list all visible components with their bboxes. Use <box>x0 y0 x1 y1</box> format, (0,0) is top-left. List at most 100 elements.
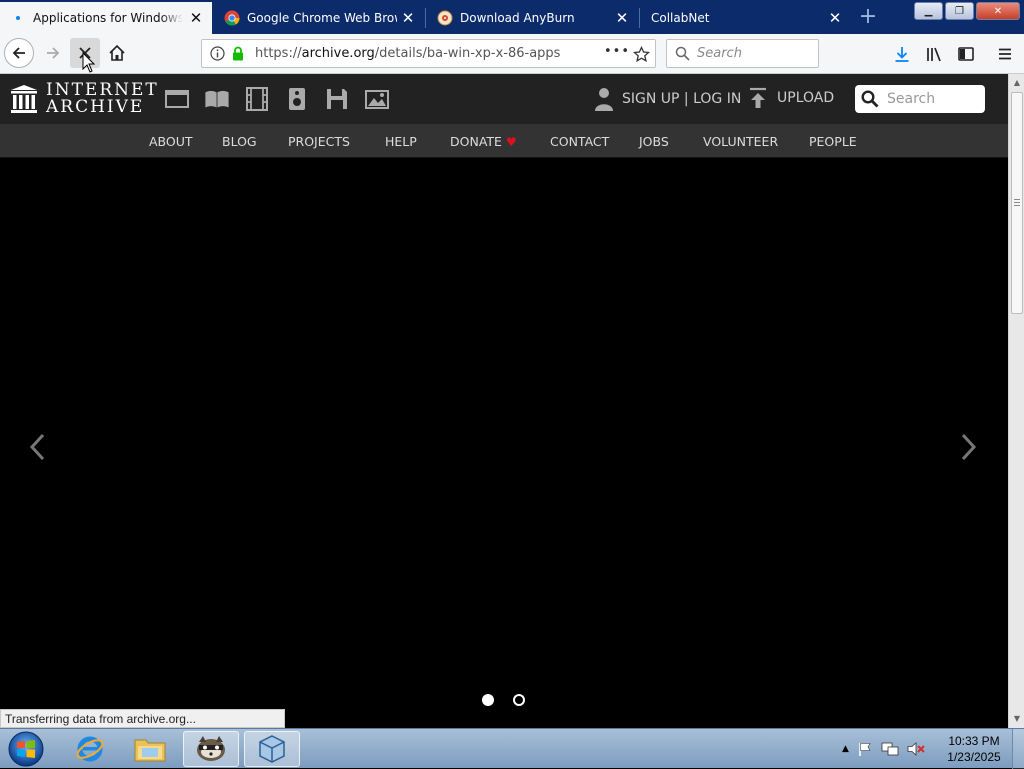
tab-separator <box>639 8 640 28</box>
menu-button[interactable] <box>995 44 1015 64</box>
images-icon[interactable] <box>364 86 390 112</box>
close-tab-icon[interactable]: ✕ <box>614 10 630 26</box>
network-icon[interactable] <box>881 741 899 757</box>
minimize-window-button[interactable]: ▁ <box>914 2 943 20</box>
nav-jobs[interactable]: JOBS <box>639 134 669 149</box>
logo-line-archive: ARCHIVE <box>46 97 145 117</box>
show-desktop-button[interactable] <box>1012 729 1024 769</box>
windows-taskbar: ▲ 10:33 PM 1/23/2025 <box>0 728 1024 769</box>
home-button[interactable] <box>102 38 132 68</box>
tab-download-anyburn[interactable]: Download AnyBurn ✕ <box>427 2 638 34</box>
raccoon-app-icon <box>197 736 225 761</box>
anyburn-icon <box>437 10 453 26</box>
url-bar[interactable]: https://archive.org/details/ba-win-xp-x-… <box>201 39 656 68</box>
clock-time: 10:33 PM <box>948 734 1000 748</box>
firefox-loading-icon <box>10 10 26 26</box>
taskbar-internet-explorer[interactable] <box>62 731 118 767</box>
windows-start-icon[interactable] <box>6 731 46 767</box>
heart-icon: ♥ <box>505 135 517 149</box>
forward-button[interactable] <box>38 38 68 68</box>
clock-date: 1/23/2025 <box>947 750 1001 764</box>
nav-donate[interactable]: DONATE ♥ <box>450 134 517 149</box>
browser-tab-strip: Applications for Windows XP ✕ Google Chr… <box>0 0 1024 34</box>
library-icon <box>927 47 941 62</box>
ia-top-nav: INTERNET ARCHIVE SIGN UP | LOG IN UPLOAD… <box>0 74 1008 124</box>
user-account-area[interactable]: SIGN UP | LOG IN <box>594 87 741 111</box>
carousel-next-arrow-icon[interactable] <box>956 429 980 465</box>
nav-help[interactable]: HELP <box>385 134 417 149</box>
web-page-content: INTERNET ARCHIVE SIGN UP | LOG IN UPLOAD… <box>0 74 1008 728</box>
tab-google-chrome[interactable]: Google Chrome Web Browser ✕ <box>214 2 424 34</box>
software-icon[interactable] <box>324 86 350 112</box>
tab-title: Applications for Windows XP <box>33 11 183 25</box>
audio-icon[interactable] <box>284 86 310 112</box>
sign-up-log-in-link[interactable]: SIGN UP | LOG IN <box>622 91 741 107</box>
action-center-flag-icon[interactable] <box>857 741 873 757</box>
nav-about[interactable]: ABOUT <box>149 134 193 149</box>
taskbar-virtualbox[interactable] <box>244 731 300 767</box>
new-tab-button[interactable]: + <box>852 2 884 34</box>
tab-applications-windows-xp[interactable]: Applications for Windows XP ✕ <box>0 2 212 34</box>
show-hidden-icons-icon[interactable]: ▲ <box>842 744 849 754</box>
logo-wordmark: INTERNET ARCHIVE <box>46 82 159 116</box>
nav-people[interactable]: PEOPLE <box>809 134 857 149</box>
carousel-dot-2[interactable] <box>513 694 525 706</box>
browser-search-box[interactable]: Search <box>666 39 819 68</box>
close-tab-icon[interactable]: ✕ <box>188 10 204 26</box>
window-controls: ▁ ❐ ✕ <box>914 2 1020 20</box>
nav-projects[interactable]: PROJECTS <box>288 134 350 149</box>
internet-explorer-icon <box>76 736 104 762</box>
nav-blog[interactable]: BLOG <box>222 134 257 149</box>
file-explorer-icon <box>134 739 166 762</box>
site-search-input[interactable]: Search <box>855 85 985 113</box>
site-search-placeholder: Search <box>887 91 936 107</box>
url-scheme: https:// <box>255 46 302 61</box>
ia-secondary-nav: ABOUT BLOG PROJECTS HELP DONATE ♥ CONTACT… <box>0 124 1008 158</box>
upload-button[interactable]: UPLOAD <box>748 87 834 109</box>
restore-window-button[interactable]: ❐ <box>945 2 974 20</box>
sidebar-toggle-button[interactable] <box>956 44 976 64</box>
scroll-up-arrow-icon[interactable]: ▲ <box>1012 78 1022 88</box>
downloads-button[interactable] <box>892 44 912 64</box>
vertical-scrollbar[interactable]: ▲ ▼ <box>1008 74 1024 728</box>
web-icon[interactable] <box>164 86 190 112</box>
page-actions-icon[interactable]: ••• <box>604 44 630 59</box>
close-tab-icon[interactable]: ✕ <box>827 10 843 26</box>
tab-separator <box>425 8 426 28</box>
nav-contact[interactable]: CONTACT <box>550 134 609 149</box>
internet-archive-logo[interactable]: INTERNET ARCHIVE <box>10 82 159 116</box>
tab-title: Download AnyBurn <box>460 11 575 25</box>
hamburger-menu-icon <box>999 48 1011 60</box>
video-icon[interactable] <box>244 86 270 112</box>
sidebar-icon <box>958 47 974 61</box>
bookmark-star-icon[interactable] <box>633 46 650 63</box>
site-info-icon[interactable] <box>210 46 225 61</box>
taskbar-clock[interactable]: 10:33 PM 1/23/2025 <box>940 733 1008 765</box>
tab-title: CollabNet <box>651 11 710 25</box>
texts-icon[interactable] <box>204 86 230 112</box>
tab-collabnet[interactable]: CollabNet ✕ <box>641 2 851 34</box>
scrollbar-thumb[interactable] <box>1011 92 1023 314</box>
user-icon <box>595 88 613 111</box>
url-text: https://archive.org/details/ba-win-xp-x-… <box>255 46 560 61</box>
secure-lock-icon[interactable] <box>231 46 245 61</box>
taskbar-raccoon-app[interactable] <box>183 731 239 767</box>
taskbar-file-explorer[interactable] <box>122 731 178 767</box>
volume-muted-icon[interactable] <box>907 741 925 757</box>
search-icon <box>675 46 690 61</box>
close-window-button[interactable]: ✕ <box>976 2 1020 20</box>
nav-donate-label: DONATE <box>450 134 502 149</box>
upload-label: UPLOAD <box>777 90 835 106</box>
close-tab-icon[interactable]: ✕ <box>400 10 416 26</box>
forward-arrow-icon <box>47 47 60 59</box>
carousel-prev-arrow-icon[interactable] <box>26 429 50 465</box>
back-button[interactable] <box>4 38 34 68</box>
scroll-down-arrow-icon[interactable]: ▼ <box>1012 714 1022 724</box>
url-host: archive.org <box>301 46 375 61</box>
virtualbox-icon <box>259 735 285 763</box>
library-button[interactable] <box>924 44 944 64</box>
carousel-dot-1[interactable] <box>482 694 494 706</box>
navigation-toolbar: https://archive.org/details/ba-win-xp-x-… <box>0 34 1024 74</box>
status-bar: Transferring data from archive.org... <box>0 709 285 728</box>
nav-volunteer[interactable]: VOLUNTEER <box>703 134 778 149</box>
